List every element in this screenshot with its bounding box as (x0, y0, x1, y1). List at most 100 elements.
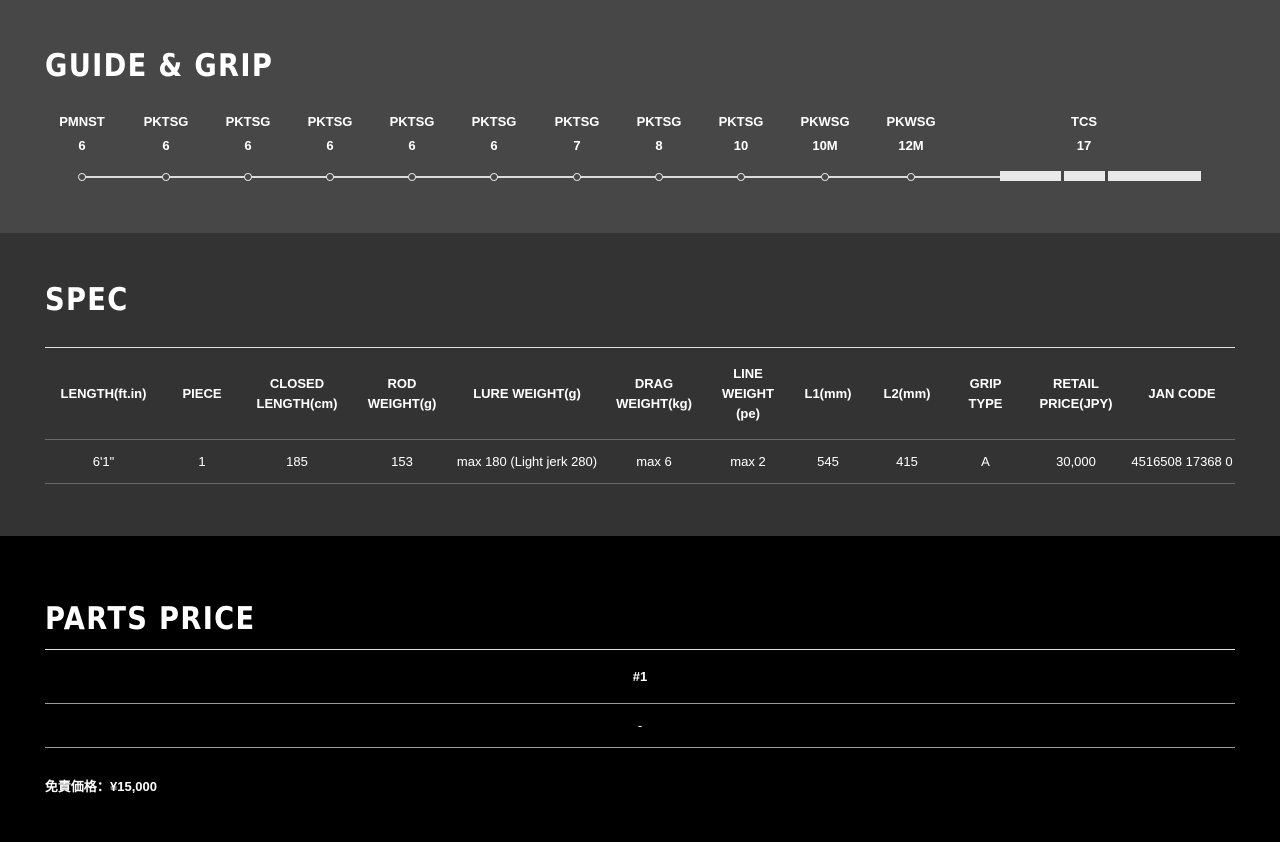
spec-data-row: 6'1" 1 185 153 max 180 (Light jerk 280) max 6… (45, 439, 1235, 484)
tax-free-price-note: 免責価格：¥15,000 (45, 779, 157, 794)
guide-model: PKTSG (307, 114, 353, 129)
guide-size: 10 (733, 138, 749, 153)
guide-ring-2 (162, 173, 170, 181)
guide-label-1: PMNST 6 (42, 110, 122, 158)
guide-ring-5 (408, 173, 416, 181)
parts-price-table: #1 - (45, 649, 1235, 748)
guide-label-7: PKTSG 7 (537, 110, 617, 158)
spec-header-row: LENGTH(ft.in) PIECE CLOSED LENGTH(cm) ROD WEI… (45, 347, 1235, 440)
spec-header-cell: ROD WEIGHT(g) (352, 347, 452, 440)
spec-header-cell: PIECE (162, 347, 242, 440)
guide-ring-11 (907, 173, 915, 181)
spec-header-cell: LENGTH(ft.in) (45, 347, 162, 440)
spec-header-text: L2(mm) (883, 385, 931, 401)
spec-title: SPEC (45, 282, 129, 318)
spec-header-cell: LINE WEIGHT (pe) (706, 347, 790, 440)
grip-segment-3 (1108, 171, 1201, 181)
spec-header-cell: DRAG WEIGHT(kg) (602, 347, 706, 440)
spec-header-text: LURE WEIGHT(g) (473, 385, 581, 401)
spec-header-text: PRICE(JPY) (1039, 395, 1113, 411)
spec-cell: 185 (242, 439, 352, 484)
guide-rail (80, 176, 1002, 178)
guide-model: PKTSG (718, 114, 764, 129)
guide-model: PKTSG (554, 114, 600, 129)
spec-cell: 1 (162, 439, 242, 484)
guide-model: PKTSG (225, 114, 271, 129)
spec-header-text: GRIP (969, 375, 1002, 391)
guide-model: PMNST (59, 114, 105, 129)
guide-ring-3 (244, 173, 252, 181)
spec-cell: max 180 (Light jerk 280) (452, 439, 602, 484)
spec-header-text: WEIGHT(g) (367, 395, 437, 411)
grip-segment-2 (1064, 171, 1105, 181)
spec-header-text: PIECE (182, 385, 222, 401)
spec-header-text: L1(mm) (804, 385, 852, 401)
reel-seat-size: 17 (1076, 138, 1092, 153)
spec-cell: max 6 (602, 439, 706, 484)
guide-model: PKTSG (389, 114, 435, 129)
spec-header-cell: L2(mm) (866, 347, 948, 440)
spec-header-text: TYPE (968, 395, 1003, 411)
spec-header-cell: CLOSED LENGTH(cm) (242, 347, 352, 440)
guide-model: PKTSG (143, 114, 189, 129)
guide-label-3: PKTSG 6 (208, 110, 288, 158)
parts-price-section: PARTS PRICE #1 - 免責価格：¥15,000 (0, 536, 1280, 842)
guide-ring-1 (78, 173, 86, 181)
reel-seat-label: TCS 17 (1044, 110, 1124, 158)
guide-ring-6 (490, 173, 498, 181)
guide-size: 6 (244, 138, 252, 153)
spec-header-text: WEIGHT(kg) (616, 395, 692, 411)
guide-ring-4 (326, 173, 334, 181)
guide-ring-8 (655, 173, 663, 181)
guide-size: 6 (408, 138, 416, 153)
parts-price-title: PARTS PRICE (45, 601, 256, 637)
guide-model: PKWSG (886, 114, 936, 129)
parts-price-header: #1 (45, 650, 1235, 704)
guide-ring-9 (737, 173, 745, 181)
spec-header-text: ROD (387, 375, 417, 391)
spec-header-text: LENGTH(cm) (256, 395, 338, 411)
spec-header-text: RETAIL (1053, 375, 1099, 391)
spec-cell: 415 (866, 439, 948, 484)
parts-price-value: - (45, 704, 1235, 748)
guide-label-11: PKWSG 12M (871, 110, 951, 158)
spec-header-text: LINE (733, 365, 763, 381)
spec-header-cell: JAN CODE (1129, 347, 1235, 440)
spec-header-text: JAN CODE (1148, 385, 1216, 401)
spec-header-text: DRAG (634, 375, 674, 391)
spec-table: LENGTH(ft.in) PIECE CLOSED LENGTH(cm) ROD WEI… (45, 347, 1235, 484)
guide-size: 7 (573, 138, 581, 153)
guide-size: 6 (326, 138, 334, 153)
spec-cell: A (948, 439, 1023, 484)
spec-header-cell: RETAIL PRICE(JPY) (1023, 347, 1129, 440)
spec-cell: max 2 (706, 439, 790, 484)
guide-size: 6 (78, 138, 86, 153)
spec-cell: 4516508 17368 0 (1129, 439, 1235, 484)
spec-header-text: CLOSED (269, 375, 325, 391)
reel-seat-model: TCS (1071, 114, 1097, 129)
guide-label-10: PKWSG 10M (785, 110, 865, 158)
guide-size: 6 (162, 138, 170, 153)
guide-ring-7 (573, 173, 581, 181)
guide-label-4: PKTSG 6 (290, 110, 370, 158)
spec-cell: 6'1" (45, 439, 162, 484)
guide-grip-title: GUIDE & GRIP (45, 48, 274, 84)
guide-label-9: PKTSG 10 (701, 110, 781, 158)
guide-label-2: PKTSG 6 (126, 110, 206, 158)
spec-cell: 153 (352, 439, 452, 484)
guide-ring-10 (821, 173, 829, 181)
guide-size: 6 (490, 138, 498, 153)
spec-header-cell: GRIP TYPE (948, 347, 1023, 440)
spec-section: SPEC LENGTH(ft.in) PIECE CLOSED LENGTH(cm) R… (0, 233, 1280, 536)
grip-segment-1 (1000, 171, 1061, 181)
guide-label-6: PKTSG 6 (454, 110, 534, 158)
spec-header-cell: L1(mm) (790, 347, 866, 440)
guide-grip-section: GUIDE & GRIP PMNST 6 PKTSG 6 PKTSG 6 PKTSG 6 PKT… (0, 0, 1280, 233)
guide-model: PKTSG (471, 114, 517, 129)
guide-model: PKTSG (636, 114, 682, 129)
guide-size: 10M (812, 138, 838, 153)
spec-cell: 30,000 (1023, 439, 1129, 484)
spec-header-text: WEIGHT (722, 385, 774, 401)
guide-label-5: PKTSG 6 (372, 110, 452, 158)
guide-size: 8 (655, 138, 663, 153)
